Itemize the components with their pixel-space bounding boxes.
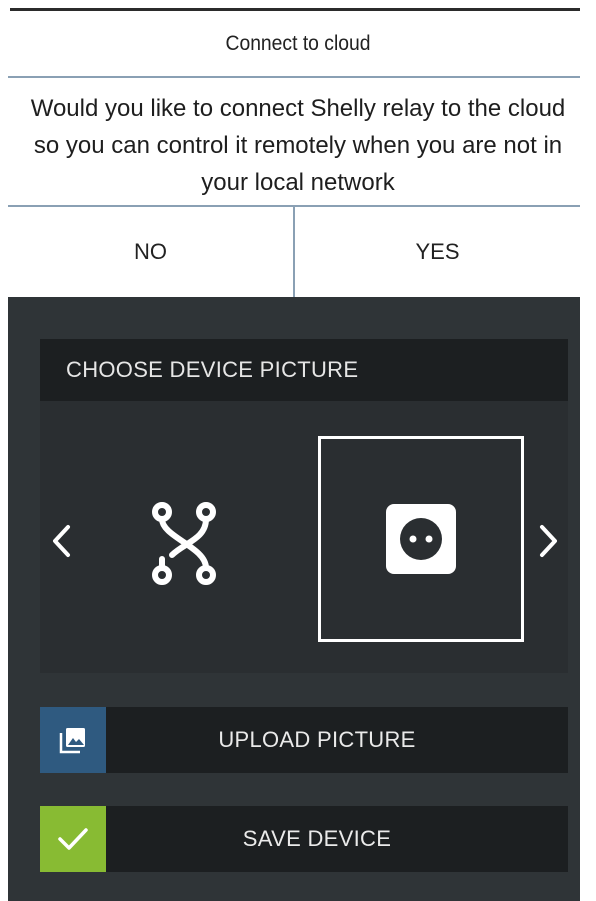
chevron-right-icon[interactable] [534, 521, 562, 566]
device-picture-picker: CHOOSE DEVICE PICTURE [40, 339, 568, 673]
upload-picture-button[interactable]: UPLOAD PICTURE [40, 707, 568, 773]
gallery-icon [40, 707, 106, 773]
picker-header: CHOOSE DEVICE PICTURE [40, 339, 568, 401]
checkmark-icon [40, 806, 106, 872]
title-divider [8, 76, 580, 78]
dialog-buttons: NO YES [8, 207, 580, 297]
socket-icon [386, 504, 456, 574]
chevron-left-icon[interactable] [48, 521, 76, 566]
dialog-message: Would you like to connect Shelly relay t… [30, 95, 566, 196]
device-panel: CHOOSE DEVICE PICTURE UPLOAD PICTURE SAV… [8, 297, 580, 901]
yes-button[interactable]: YES [295, 207, 580, 297]
no-button[interactable]: NO [8, 207, 293, 297]
dialog-title: Connect to cloud [225, 32, 371, 55]
socket-option[interactable] [318, 436, 524, 642]
upload-picture-label: UPLOAD PICTURE [218, 727, 416, 752]
relay-icon [152, 502, 216, 585]
top-border [10, 8, 580, 11]
relay-option[interactable] [136, 489, 232, 599]
save-device-button[interactable]: SAVE DEVICE [40, 806, 568, 872]
save-device-label: SAVE DEVICE [242, 826, 392, 851]
